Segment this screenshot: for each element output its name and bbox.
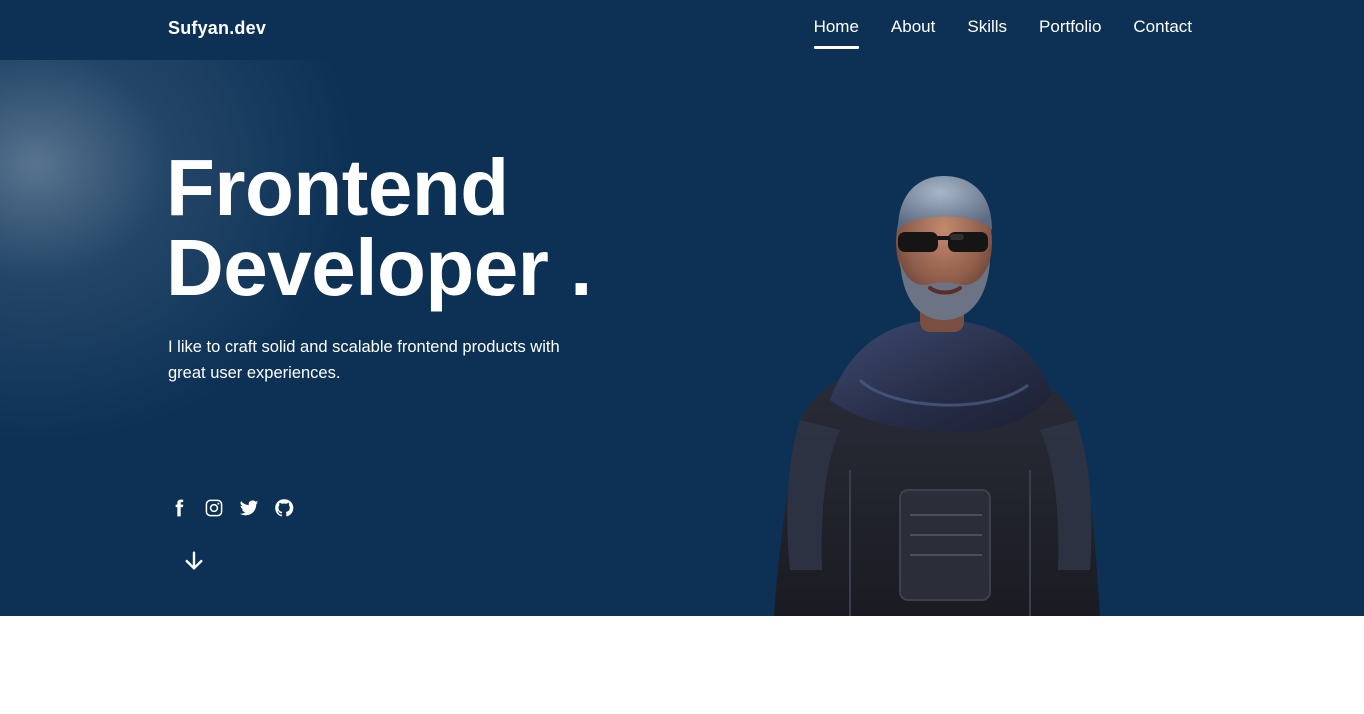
instagram-icon[interactable] xyxy=(203,496,224,520)
content-area xyxy=(0,616,1364,714)
facebook-icon[interactable] xyxy=(168,496,189,520)
hero-title: Frontend Developer . xyxy=(166,148,592,308)
nav-link-portfolio[interactable]: Portfolio xyxy=(1039,17,1101,49)
avatar-image xyxy=(774,176,1100,616)
github-icon[interactable] xyxy=(273,496,294,520)
hero-title-line-1: Frontend xyxy=(166,143,509,232)
nav-link-skills[interactable]: Skills xyxy=(967,17,1007,49)
hero-tagline: I like to craft solid and scalable front… xyxy=(168,338,560,382)
navbar: Sufyan.dev Home About Skills Portfolio C… xyxy=(0,0,1364,60)
hero-title-line-2: Developer . xyxy=(166,223,592,312)
nav-link-contact[interactable]: Contact xyxy=(1133,17,1192,49)
hero-section: Sufyan.dev Home About Skills Portfolio C… xyxy=(0,0,1364,616)
social-links xyxy=(168,496,294,520)
arrow-down-icon[interactable] xyxy=(182,548,206,574)
twitter-icon[interactable] xyxy=(238,496,259,520)
nav-link-about[interactable]: About xyxy=(891,17,935,49)
nav-links: Home About Skills Portfolio Contact xyxy=(813,17,1192,49)
nav-link-home[interactable]: Home xyxy=(813,17,860,49)
brand-logo[interactable]: Sufyan.dev xyxy=(168,18,266,39)
